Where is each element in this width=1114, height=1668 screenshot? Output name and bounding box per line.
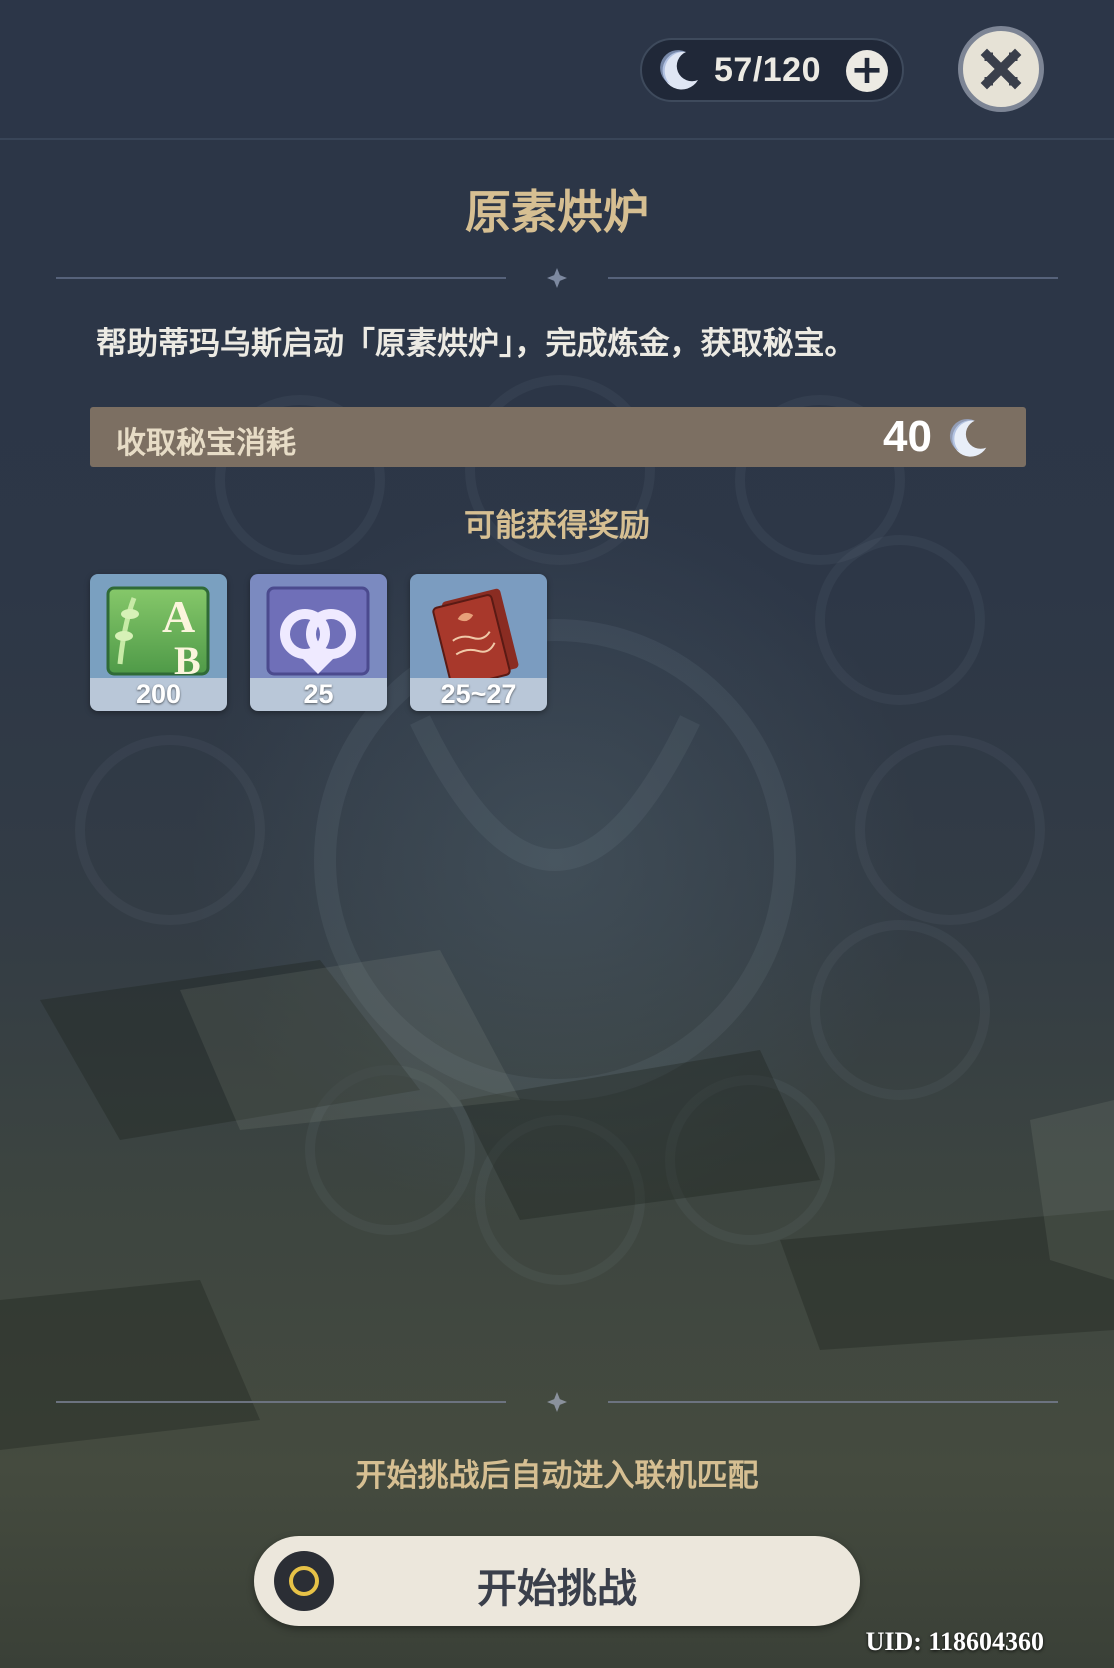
resin-counter: 57/120 +: [640, 38, 904, 102]
matchmaking-hint: 开始挑战后自动进入联机匹配: [355, 1458, 759, 1494]
cost-value: 40: [883, 412, 932, 461]
reward-quantity: 200: [90, 678, 227, 711]
start-challenge-button[interactable]: 开始挑战: [254, 1536, 860, 1626]
background-emblem: [0, 375, 1114, 1450]
adventure-exp-icon: A B: [90, 574, 227, 678]
reward-quantity: 25~27: [410, 678, 547, 711]
original-resin-icon: [660, 50, 698, 90]
cost-bar: 收取秘宝消耗 40: [90, 407, 1026, 467]
event-description: 帮助蒂玛乌斯启动「原素烘炉」，完成炼金，获取秘宝。: [96, 326, 856, 362]
friendship-exp-icon: [250, 574, 387, 678]
page-title: 原素烘炉: [465, 185, 649, 239]
close-icon: [980, 48, 1022, 90]
rewards-title: 可能获得奖励: [464, 508, 650, 544]
svg-text:A: A: [162, 591, 195, 642]
close-button[interactable]: [958, 26, 1044, 112]
title-divider: [56, 268, 1058, 288]
resin-count: 57/120: [714, 50, 821, 89]
svg-text:B: B: [174, 638, 201, 678]
character-card-icon: [410, 574, 547, 678]
add-resin-button[interactable]: +: [846, 50, 888, 92]
footer-divider: [56, 1392, 1058, 1412]
original-resin-icon: [949, 418, 987, 457]
reward-item-character-card[interactable]: 25~27: [410, 574, 547, 711]
top-bar: 57/120 +: [0, 0, 1114, 140]
uid-label: UID: 118604360: [865, 1627, 1044, 1656]
reward-quantity: 25: [250, 678, 387, 711]
cost-label: 收取秘宝消耗: [116, 426, 296, 461]
reward-item-friendship-exp[interactable]: 25: [250, 574, 387, 711]
reward-item-adventure-exp[interactable]: A B 200: [90, 574, 227, 711]
start-challenge-label: 开始挑战: [477, 1566, 637, 1612]
